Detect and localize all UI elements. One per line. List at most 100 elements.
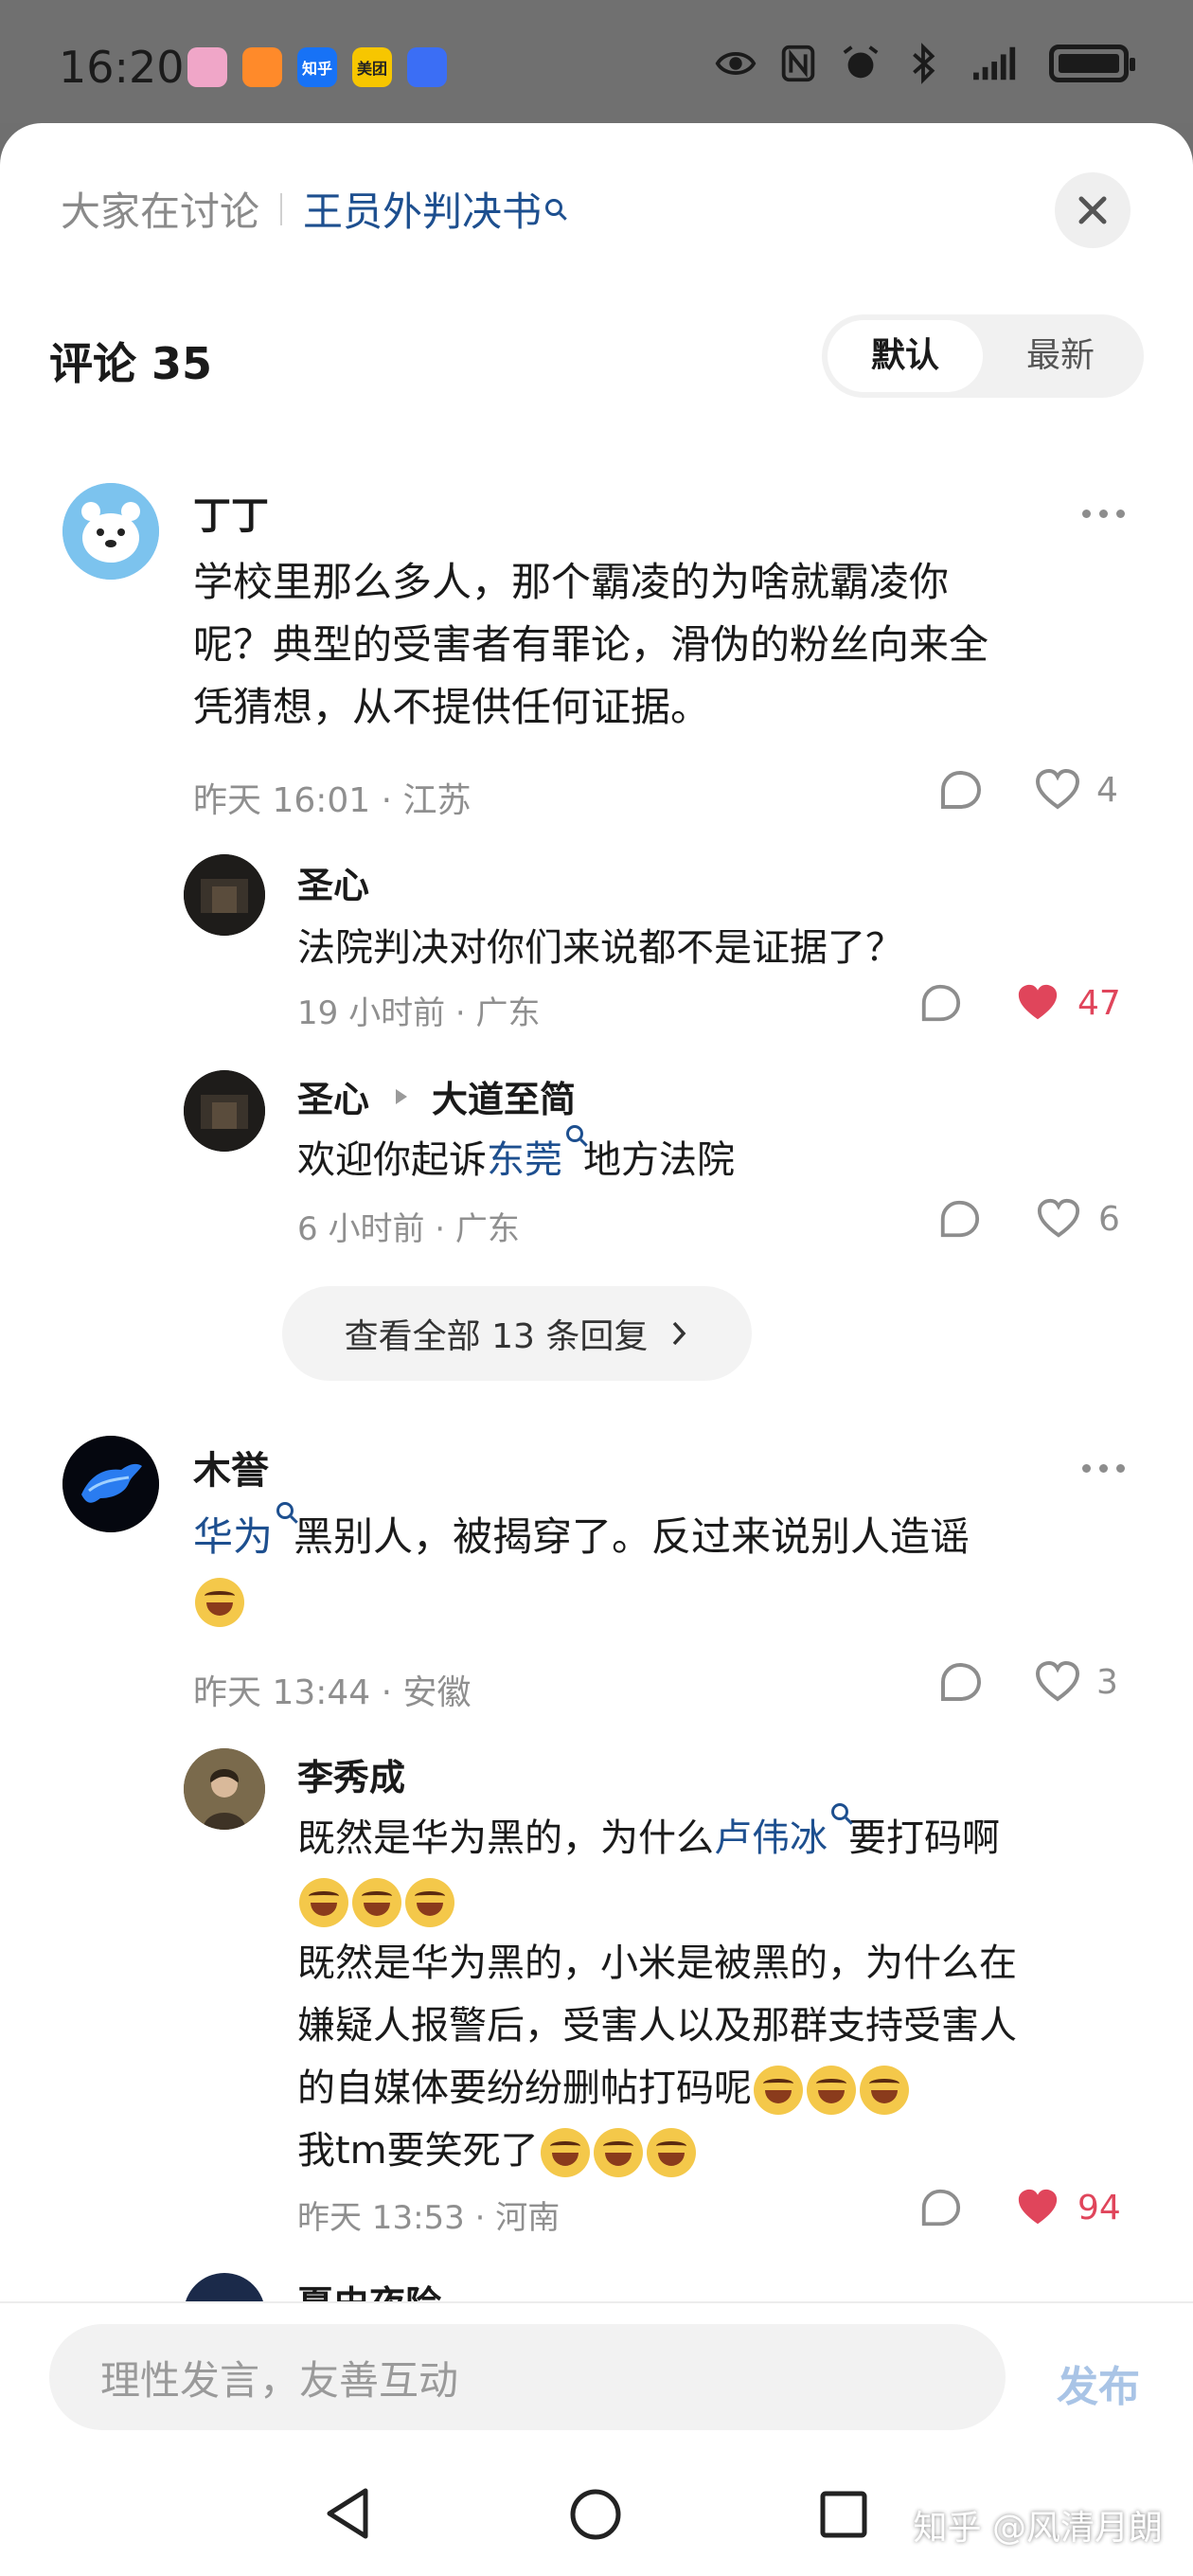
zhihu-app-icon: 知乎 (297, 47, 337, 87)
comment-meta: 昨天 13:44 · 安徽 (193, 1673, 472, 1712)
comment-username[interactable]: 丁丁 (193, 485, 269, 540)
search-icon (276, 1502, 294, 1519)
laughing-emoji-icon (540, 2128, 590, 2177)
reply-text: 既然是华为黑的，为什么卢伟冰 要打码啊 既然是华为黑的，小米是被黑的，为什么在 嫌… (297, 1803, 1131, 2182)
comment-icon (921, 984, 961, 1022)
home-icon[interactable] (568, 2487, 623, 2542)
comment-input[interactable]: 理性发言，友善互动 (49, 2324, 1006, 2430)
laughing-emoji-icon (593, 2128, 643, 2177)
view-all-replies-button[interactable]: 查看全部 13 条回复 (282, 1286, 752, 1381)
status-bar: 16:20 知乎 美团 (0, 0, 1193, 123)
reply-username[interactable]: 圣心 (297, 1070, 369, 1122)
comment-icon (940, 1200, 980, 1238)
reply-button[interactable] (918, 981, 962, 1025)
reply-username[interactable]: 圣心 (297, 856, 369, 908)
close-button[interactable] (1055, 172, 1131, 248)
header-divider (280, 192, 283, 225)
like-count: 3 (1096, 1662, 1118, 1702)
chevron-right-icon (673, 1321, 686, 1346)
more-options-icon[interactable] (1082, 1464, 1125, 1473)
reply-time: 19 小时前 (297, 994, 446, 1032)
heart-icon (1035, 1660, 1080, 1702)
reply-button[interactable] (918, 2186, 962, 2229)
search-icon (545, 198, 563, 216)
chat-app-icon (242, 47, 282, 87)
assistant-app-icon (407, 47, 447, 87)
like-button[interactable]: 47 (1015, 981, 1121, 1025)
signal-icon (973, 46, 1016, 80)
sort-default-tab[interactable]: 默认 (828, 320, 983, 392)
like-button[interactable]: 6 (1036, 1197, 1120, 1241)
avatar[interactable] (62, 483, 159, 580)
status-time: 16:20 (59, 42, 185, 93)
app-notification-icon (187, 47, 227, 87)
search-icon (831, 1803, 848, 1820)
like-button[interactable]: 4 (1034, 767, 1118, 813)
reply-location: 河南 (495, 2199, 561, 2237)
keyword-link[interactable]: 华为 (193, 1513, 273, 1560)
watermark: 知乎 @风清月朗 (913, 2509, 1163, 2548)
keyword-link[interactable]: 卢伟冰 (714, 1816, 828, 1860)
discuss-label: 大家在讨论 (61, 188, 260, 235)
heart-icon (1035, 768, 1080, 810)
laughing-emoji-icon (405, 1878, 454, 1927)
reply-username[interactable]: 李秀成 (297, 1748, 405, 1800)
sort-toggle: 默认 最新 (822, 314, 1144, 398)
battery-icon (1049, 45, 1135, 82)
comment-location: 安徽 (402, 1673, 472, 1712)
more-options-icon[interactable] (1082, 510, 1125, 518)
recents-icon[interactable] (818, 2489, 869, 2540)
laughing-emoji-icon (299, 1878, 348, 1927)
comment-text: 华为 黑别人，被揭穿了。反过来说别人造谣 (193, 1502, 1121, 1631)
avatar[interactable] (184, 1070, 265, 1152)
comment-icon (921, 2189, 961, 2227)
nfc-icon (781, 45, 815, 82)
reply-time: 昨天 13:53 (297, 2199, 465, 2237)
reply-meta: 6 小时前 · 广东 (297, 1210, 520, 1248)
like-count: 94 (1077, 2188, 1121, 2227)
reply-button[interactable] (937, 767, 983, 813)
blue-horse-avatar-icon (62, 1436, 159, 1532)
like-button[interactable]: 3 (1034, 1659, 1118, 1705)
back-icon[interactable] (322, 2485, 373, 2542)
sort-latest-tab[interactable]: 最新 (983, 320, 1138, 392)
heart-icon (1037, 1198, 1080, 1238)
reply-meta: 19 小时前 · 广东 (297, 994, 541, 1032)
reply-to-username[interactable]: 大道至简 (432, 1070, 576, 1122)
laughing-emoji-icon (352, 1878, 401, 1927)
comment-icon (941, 770, 982, 809)
heart-filled-icon (1018, 2189, 1058, 2225)
reply-location: 广东 (475, 994, 541, 1032)
like-count: 6 (1098, 1199, 1120, 1239)
keyword-link[interactable]: 东莞 (487, 1138, 562, 1182)
like-count: 47 (1077, 983, 1121, 1023)
bluetooth-icon (913, 43, 935, 84)
person-avatar-icon (184, 1748, 265, 1830)
reply-text: 欢迎你起诉东莞 地方法院 (297, 1125, 735, 1191)
alarm-icon (843, 45, 879, 79)
avatar[interactable] (62, 1436, 159, 1532)
laughing-emoji-icon (195, 1577, 244, 1627)
reply-time: 6 小时前 (297, 1210, 425, 1248)
heart-filled-icon (1018, 984, 1058, 1020)
status-icons (714, 42, 1135, 85)
reply-header: 圣心 大道至简 (297, 1070, 576, 1122)
publish-button[interactable]: 发布 (1057, 2352, 1140, 2413)
like-button[interactable]: 94 (1015, 2186, 1121, 2229)
reply-meta: 昨天 13:53 · 河南 (297, 2199, 561, 2237)
comment-username[interactable]: 木誉 (193, 1440, 269, 1494)
avatar[interactable] (184, 1748, 265, 1830)
close-icon (1078, 196, 1107, 224)
meituan-app-icon: 美团 (352, 47, 392, 87)
reply-button[interactable] (937, 1659, 983, 1705)
like-count: 4 (1096, 770, 1118, 810)
avatar[interactable] (184, 854, 265, 936)
reply-text: 法院判决对你们来说都不是证据了？ (297, 926, 903, 970)
comment-location: 江苏 (402, 781, 472, 820)
laughing-emoji-icon (807, 2066, 856, 2115)
dark-room-avatar-icon (184, 1070, 265, 1152)
topic-link[interactable]: 王员外判决书 (303, 180, 542, 238)
reply-button[interactable] (937, 1197, 981, 1241)
comment-meta: 昨天 16:01 · 江苏 (193, 781, 472, 820)
laughing-emoji-icon (646, 2128, 696, 2177)
